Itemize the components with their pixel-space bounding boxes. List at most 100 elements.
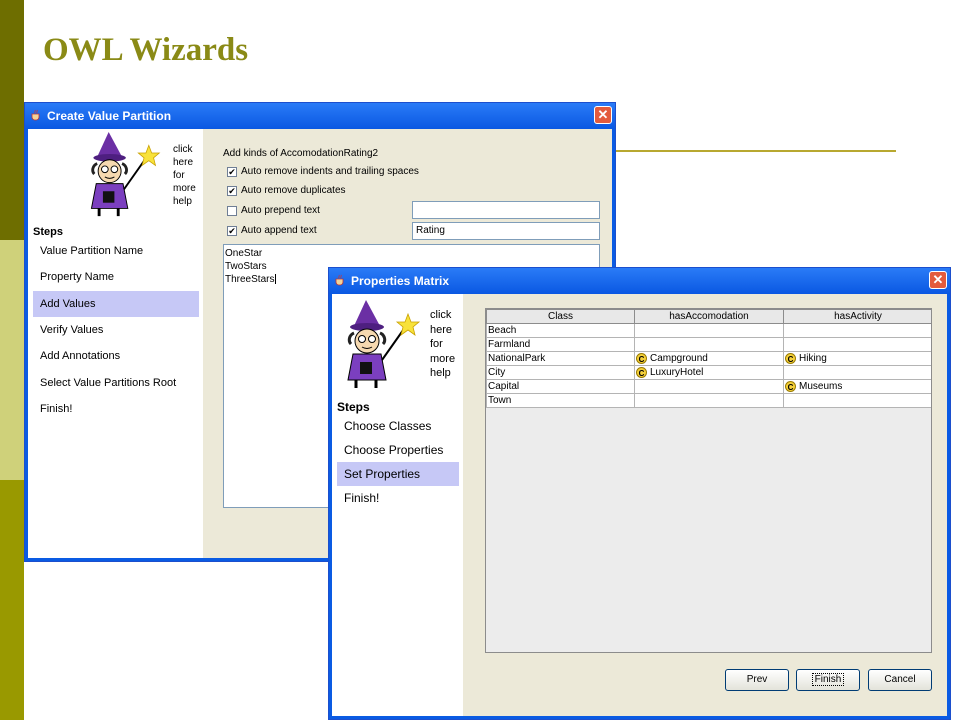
value-line-text: ThreeStars <box>225 274 275 285</box>
window-title: Properties Matrix <box>351 274 450 288</box>
wizard-help-icon[interactable] <box>336 300 426 390</box>
table-row[interactable]: Capital C Museums <box>486 379 931 394</box>
step-item[interactable]: Add Values <box>33 290 199 317</box>
table-cell[interactable]: Farmland <box>486 337 635 352</box>
column-header-hasaccomodation[interactable]: hasAccomodation <box>634 309 784 324</box>
step-item[interactable]: Finish! <box>33 396 199 422</box>
option-0-checkbox[interactable]: ✔ <box>227 167 237 177</box>
finish-button-label: Finish <box>811 673 845 686</box>
table-cell[interactable]: Town <box>486 393 635 408</box>
close-button[interactable]: ✕ <box>594 106 612 124</box>
java-cup-icon <box>31 109 40 121</box>
table-cell[interactable] <box>783 393 931 408</box>
step-item[interactable]: Property Name <box>33 264 199 290</box>
column-header-class[interactable]: Class <box>486 309 635 324</box>
cancel-button[interactable]: Cancel <box>868 669 932 691</box>
properties-table: Class hasAccomodation hasActivity Beach F… <box>485 308 932 653</box>
table-cell[interactable]: NationalPark <box>486 351 635 366</box>
cell-text: Campground <box>650 353 708 365</box>
class-icon: C <box>785 352 796 364</box>
class-icon: C <box>785 380 796 392</box>
steps-panel: click here for more help Steps Choose Cl… <box>332 294 463 716</box>
help-text-line: more <box>173 183 196 194</box>
table-cell[interactable] <box>783 337 931 352</box>
wizard-help-icon[interactable] <box>80 132 166 218</box>
option-2-label: Auto prepend text <box>241 205 320 216</box>
step-item[interactable]: Choose Properties <box>337 438 459 462</box>
cell-text: City <box>488 367 506 378</box>
table-row[interactable]: Town <box>486 393 931 408</box>
table-cell[interactable] <box>783 365 931 380</box>
help-text-line: for <box>173 170 185 181</box>
slide-stripe-top <box>0 0 24 240</box>
step-item[interactable]: Add Annotations <box>33 343 199 369</box>
step-item[interactable]: Finish! <box>337 486 459 510</box>
option-3-checkbox[interactable]: ✔ <box>227 226 237 236</box>
step-item[interactable]: Value Partition Name <box>33 238 199 264</box>
cell-text: NationalPark <box>488 353 546 364</box>
check-icon: ✔ <box>228 167 236 177</box>
step-item[interactable]: Set Properties <box>337 462 459 486</box>
table-row[interactable]: Farmland <box>486 337 931 352</box>
steps-panel: click here for more help Steps Value Par… <box>28 129 203 558</box>
table-cell[interactable] <box>634 323 784 338</box>
table-cell[interactable]: C LuxuryHotel <box>634 365 784 380</box>
slide-stripe-middle <box>0 240 24 480</box>
table-cell[interactable] <box>783 323 931 338</box>
window-titlebar[interactable]: Create Value Partition ✕ <box>25 103 615 129</box>
help-link[interactable]: click here for more help <box>173 143 196 208</box>
slide-stripe-bottom <box>0 480 24 720</box>
finish-button[interactable]: Finish <box>796 669 860 691</box>
text-caret <box>275 274 277 285</box>
table-cell[interactable]: City <box>486 365 635 380</box>
table-cell[interactable] <box>634 379 784 394</box>
option-1-label: Auto remove duplicates <box>241 185 346 196</box>
prev-button-label: Prev <box>746 674 768 685</box>
table-cell[interactable]: Capital <box>486 379 635 394</box>
step-item[interactable]: Select Value Partitions Root <box>33 370 199 396</box>
column-header-hasactivity[interactable]: hasActivity <box>783 309 931 324</box>
table-row[interactable]: NationalPark C Campground C Hiking <box>486 351 931 366</box>
table-row[interactable]: City C LuxuryHotel <box>486 365 931 380</box>
table-cell[interactable] <box>634 393 784 408</box>
help-text-line: click <box>173 144 193 155</box>
help-link[interactable]: click here for more help <box>430 308 455 381</box>
cell-text: LuxuryHotel <box>650 367 704 379</box>
option-0-label: Auto remove indents and trailing spaces <box>241 166 419 177</box>
table-row[interactable]: Beach <box>486 323 931 338</box>
cell-text: Town <box>488 395 512 406</box>
java-cup-icon <box>335 274 344 286</box>
append-text-field[interactable]: Rating <box>412 222 600 240</box>
window-body: click here for more help Steps Choose Cl… <box>332 294 947 716</box>
prepend-text-field[interactable] <box>412 201 600 219</box>
cell-text: Hiking <box>799 353 827 365</box>
properties-matrix-window: Properties Matrix ✕ click here for more … <box>328 267 951 720</box>
table-cell[interactable]: Beach <box>486 323 635 338</box>
step-item[interactable]: Verify Values <box>33 317 199 343</box>
window-titlebar[interactable]: Properties Matrix ✕ <box>329 268 950 294</box>
close-icon: ✕ <box>932 272 944 287</box>
table-cell[interactable]: C Museums <box>783 379 931 394</box>
table-cell[interactable] <box>634 337 784 352</box>
slide-title: OWL Wizards <box>43 32 249 68</box>
title-rule <box>614 150 896 152</box>
cell-text: Farmland <box>488 339 531 350</box>
add-values-heading: Add kinds of AccomodationRating2 <box>223 148 379 159</box>
help-text-line: click <box>430 309 452 321</box>
cell-text: Beach <box>488 325 517 336</box>
help-text-line: here <box>173 157 194 168</box>
cell-text: Capital <box>488 381 520 392</box>
window-title: Create Value Partition <box>47 109 172 123</box>
table-cell[interactable]: C Hiking <box>783 351 931 366</box>
close-button[interactable]: ✕ <box>929 271 947 289</box>
table-cell[interactable]: C Campground <box>634 351 784 366</box>
help-text-line: help <box>430 367 451 379</box>
properties-matrix-table: Class hasAccomodation hasActivity Beach F… <box>486 309 931 408</box>
option-3-label: Auto append text <box>241 225 317 236</box>
step-item[interactable]: Choose Classes <box>337 414 459 438</box>
option-1-checkbox[interactable]: ✔ <box>227 186 237 196</box>
prev-button[interactable]: Prev <box>725 669 789 691</box>
help-text-line: help <box>173 196 192 207</box>
steps-label: Steps <box>33 226 63 238</box>
option-2-checkbox[interactable] <box>227 206 237 216</box>
